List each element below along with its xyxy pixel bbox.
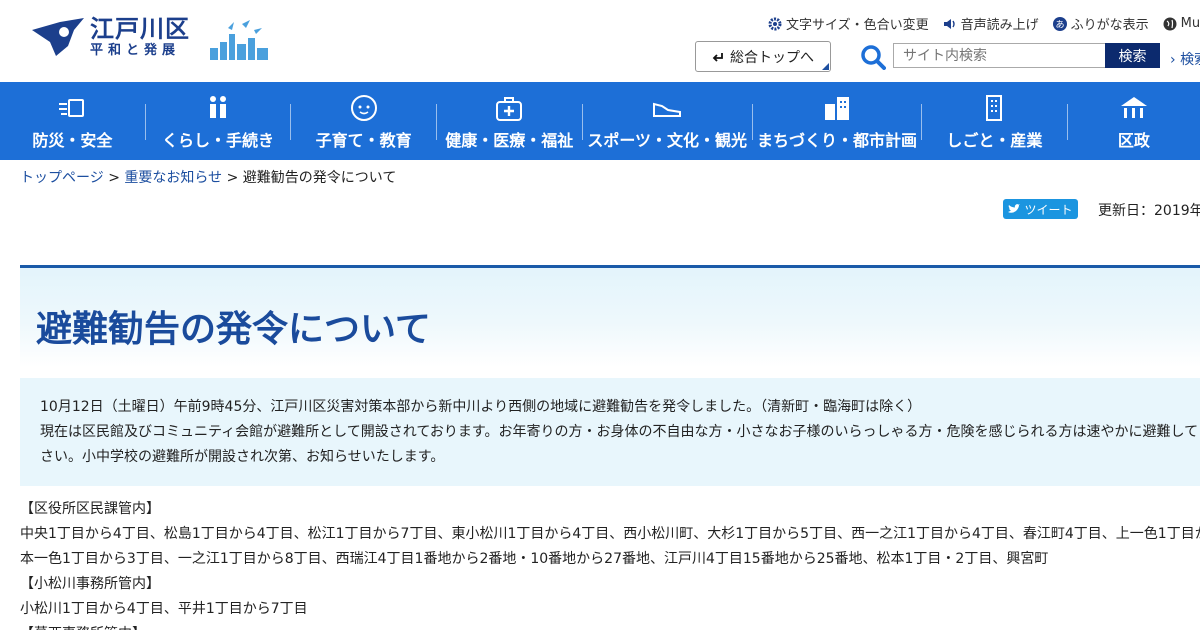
page-title-box: 避難勧告の発令について — [20, 265, 1200, 367]
nav-item-business[interactable]: しごと・産業 — [922, 82, 1067, 160]
nav-item-urban[interactable]: まちづくり・都市計画 — [753, 82, 921, 160]
logo-slogan: 平和と発展 — [90, 43, 181, 58]
notice-line: 10月12日（土曜日）午前9時45分、江戸川区災害対策本部から新中川より西側の地… — [40, 399, 922, 415]
section-heading: 【区役所区民課管内】 — [20, 501, 160, 517]
office-icon — [986, 95, 1003, 121]
nav-label: 健康・医療・福祉 — [445, 131, 574, 150]
breadcrumb-current: 避難勧告の発令について — [242, 170, 397, 186]
search-button[interactable]: 検索 — [1105, 43, 1160, 68]
utility-label: ふりがな表示 — [1070, 18, 1149, 33]
edogawa-emblem-icon — [32, 18, 84, 56]
notice-line: 現在は区民館及びコミュニティ会館が避難所として開設されております。お年寄りの方・… — [40, 424, 1199, 440]
site-logo[interactable]: 江戸川区 平和と発展 — [30, 15, 268, 60]
nav-label: 防災・安全 — [32, 131, 113, 150]
people-icon — [209, 96, 226, 118]
notice-line: さい。小中学校の避難所が開設され次第、お知らせいたします。 — [40, 449, 445, 465]
search-help-label: 検索 — [1180, 52, 1200, 68]
city-skyline-icon — [210, 20, 268, 60]
area-paragraph: 中央1丁目から4丁目、松島1丁目から4丁目、松江1丁目から7丁目、東小松川1丁目… — [20, 526, 1200, 542]
section-heading: 【葛西事務所管内】 — [20, 622, 1200, 630]
nav-item-sports[interactable]: スポーツ・文化・観光 — [583, 82, 752, 160]
updated-date: 更新日：2019年 — [1098, 203, 1200, 219]
search-icon — [861, 45, 886, 70]
breadcrumb-separator: > — [108, 170, 120, 186]
page-title: 避難勧告の発令について — [36, 309, 431, 350]
tweet-button[interactable]: ツイート — [1003, 199, 1078, 219]
nav-label: 子育て・教育 — [315, 131, 412, 150]
site-search-input[interactable] — [893, 43, 1106, 68]
language-link[interactable]: Mu — [1163, 14, 1200, 33]
tweet-label: ツイート — [1024, 202, 1073, 217]
general-top-button[interactable]: 総合トップへ — [695, 41, 831, 72]
breadcrumb: トップページ > 重要なお知らせ > 避難勧告の発令について — [20, 167, 396, 187]
disaster-icon — [59, 99, 85, 117]
utility-label: 文字サイズ・色合い変更 — [786, 18, 929, 33]
nav-item-health[interactable]: 健康・医療・福祉 — [437, 82, 582, 160]
nav-item-disaster[interactable]: 防災・安全 — [0, 82, 145, 160]
area-list: 【区役所区民課管内】 中央1丁目から4丁目、松島1丁目から4丁目、松江1丁目から… — [20, 497, 1200, 630]
search-help-link[interactable]: › 検索 — [1170, 49, 1200, 69]
nav-item-government[interactable]: 区政 — [1068, 82, 1200, 160]
section-heading: 【小松川事務所管内】 — [20, 576, 160, 592]
nav-item-living[interactable]: くらし・手続き — [146, 82, 291, 160]
twitter-bird-icon — [1008, 204, 1021, 213]
notice-box: 10月12日（土曜日）午前9時45分、江戸川区災害対策本部から新中川より西側の地… — [20, 378, 1200, 486]
speaker-icon — [943, 18, 955, 29]
breadcrumb-parent-link[interactable]: 重要なお知らせ — [124, 170, 222, 186]
government-icon — [1120, 97, 1147, 118]
svg-text:あ: あ — [1055, 19, 1064, 30]
area-paragraph: 本一色1丁目から3丁目、一之江1丁目から8丁目、西瑞江4丁目1番地から2番地・1… — [20, 551, 1049, 567]
nav-label: まちづくり・都市計画 — [756, 131, 917, 150]
site-header: 江戸川区 平和と発展 文字サイズ・色合い変更 音声読み上げ あ ふりがな表示 M… — [0, 0, 1200, 82]
read-aloud-link[interactable]: 音声読み上げ — [943, 14, 1039, 33]
nav-label: 区政 — [1117, 131, 1150, 150]
furigana-icon: あ — [1052, 16, 1067, 31]
nav-label: しごと・産業 — [946, 131, 1043, 150]
shoe-icon — [653, 102, 682, 117]
nav-label: スポーツ・文化・観光 — [587, 131, 748, 150]
general-top-label: 総合トップへ — [730, 49, 814, 66]
nav-item-childcare[interactable]: 子育て・教育 — [291, 82, 436, 160]
font-size-color-link[interactable]: 文字サイズ・色合い変更 — [768, 14, 929, 33]
nav-label: くらし・手続き — [161, 131, 274, 150]
breadcrumb-separator: > — [226, 170, 239, 186]
global-nav: 防災・安全 くらし・手続き 子育て・教育 健康・医療・福祉 スポーツ・文化・観光… — [0, 82, 1200, 160]
building-icon — [824, 97, 849, 120]
globe-icon — [1163, 17, 1177, 30]
utility-links: 文字サイズ・色合い変更 音声読み上げ あ ふりがな表示 Mu — [768, 14, 1200, 33]
medical-bag-icon — [496, 97, 523, 121]
furigana-link[interactable]: あ ふりがな表示 — [1052, 14, 1149, 33]
utility-label: 音声読み上げ — [960, 18, 1039, 33]
gear-icon — [768, 17, 782, 30]
area-paragraph: 小松川1丁目から4丁目、平井1丁目から7丁目 — [20, 601, 308, 617]
utility-label: Mu — [1180, 16, 1200, 31]
return-arrow-icon — [712, 52, 723, 62]
breadcrumb-home-link[interactable]: トップページ — [20, 170, 104, 186]
baby-icon — [350, 95, 377, 121]
logo-name: 江戸川区 — [90, 15, 190, 43]
